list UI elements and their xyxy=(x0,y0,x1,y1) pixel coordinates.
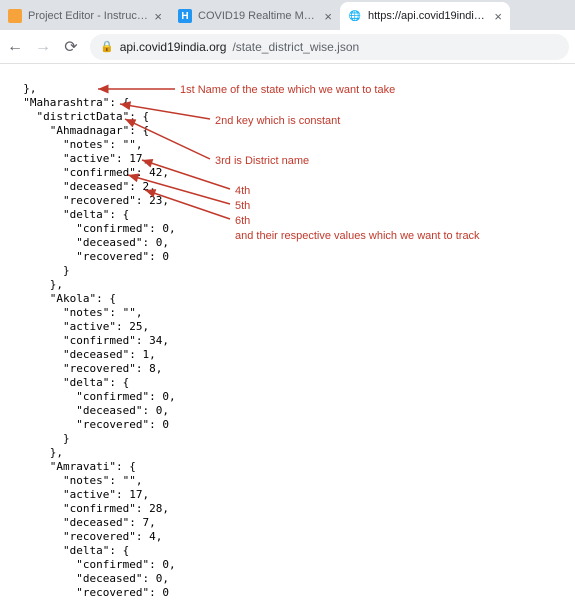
annotation-4: 4th xyxy=(235,184,250,198)
tab-title: https://api.covid19india.org/sta xyxy=(368,10,488,22)
annotation-3: 3rd is District name xyxy=(215,154,309,168)
url-host: api.covid19india.org xyxy=(120,40,227,54)
tab-bar: Project Editor - Instructables × H COVID… xyxy=(0,0,575,30)
lock-icon: 🔒 xyxy=(100,40,114,53)
tab-api-json[interactable]: 🌐 https://api.covid19india.org/sta × xyxy=(340,2,510,30)
annotation-layer: 1st Name of the state which we want to t… xyxy=(0,64,6,190)
annotation-1: 1st Name of the state which we want to t… xyxy=(180,83,395,97)
annotation-6: 6th xyxy=(235,214,250,228)
address-bar[interactable]: 🔒 api.covid19india.org/state_district_wi… xyxy=(90,34,569,60)
json-content: }, "Maharashtra": { "districtData": { "A… xyxy=(0,64,575,600)
letter-icon: H xyxy=(178,9,192,23)
toolbar: ← → ⟳ 🔒 api.covid19india.org/state_distr… xyxy=(0,30,575,64)
tab-title: COVID19 Realtime Monitoring xyxy=(198,10,318,22)
json-body: }, "Maharashtra": { "districtData": { "A… xyxy=(10,82,176,600)
globe-icon: 🌐 xyxy=(348,9,362,23)
close-icon[interactable]: × xyxy=(154,9,162,24)
tab-covid-monitor[interactable]: H COVID19 Realtime Monitoring × xyxy=(170,2,340,30)
close-icon[interactable]: × xyxy=(324,9,332,24)
annotation-5: 5th xyxy=(235,199,250,213)
forward-button[interactable]: → xyxy=(34,38,52,56)
robot-icon xyxy=(8,9,22,23)
url-path: /state_district_wise.json xyxy=(232,40,359,54)
tab-instructables[interactable]: Project Editor - Instructables × xyxy=(0,2,170,30)
back-button[interactable]: ← xyxy=(6,38,24,56)
annotation-7: and their respective values which we wan… xyxy=(235,229,480,243)
annotation-2: 2nd key which is constant xyxy=(215,114,340,128)
reload-button[interactable]: ⟳ xyxy=(62,37,80,57)
close-icon[interactable]: × xyxy=(494,9,502,24)
tab-title: Project Editor - Instructables xyxy=(28,10,148,22)
